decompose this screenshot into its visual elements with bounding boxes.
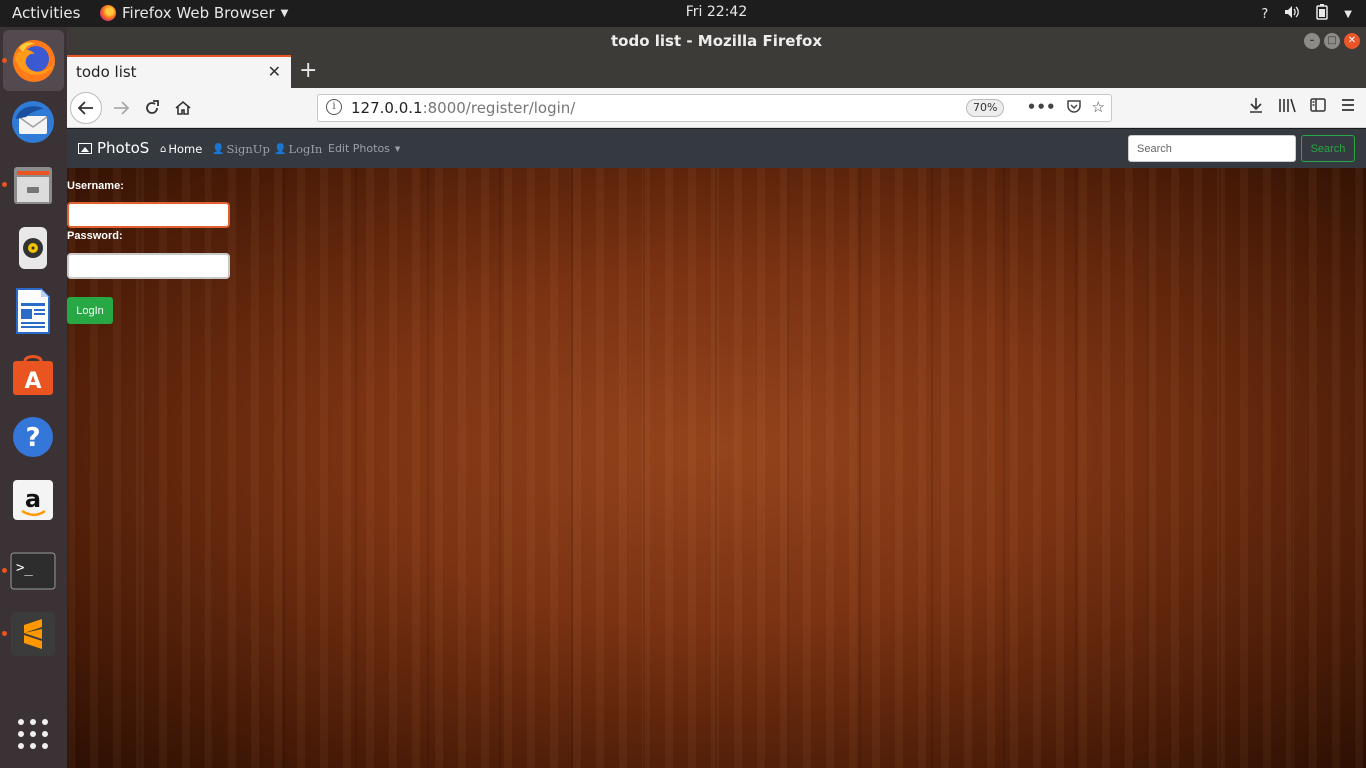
tab-title: todo list	[76, 63, 137, 81]
system-menu-caret-icon[interactable]: ▼	[1344, 9, 1352, 20]
minimize-icon[interactable]: –	[1304, 33, 1320, 49]
reload-icon	[146, 100, 159, 114]
dock-rhythmbox[interactable]	[8, 223, 58, 273]
nav-home-label: Home	[168, 142, 203, 156]
maximize-icon[interactable]: □	[1324, 33, 1340, 49]
back-arrow-icon	[78, 101, 93, 115]
dock-sublime[interactable]	[2, 609, 58, 659]
user-icon: 👤	[212, 143, 225, 155]
terminal-icon: >_	[10, 552, 56, 590]
dock-amazon[interactable]: a	[8, 475, 58, 525]
tab-todo-list[interactable]: todo list ✕	[67, 55, 291, 88]
site-info-icon[interactable]: i	[326, 99, 342, 115]
caret-down-icon: ▼	[394, 144, 401, 153]
window-titlebar: todo list - Mozilla Firefox – □ ✕	[67, 27, 1366, 55]
browser-toolbar: i 127.0.0.1:8000/register/login/ 70% •••…	[67, 88, 1366, 128]
thunderbird-icon	[12, 101, 54, 143]
running-indicator	[2, 568, 7, 573]
nav-signup-label: SignUp	[226, 142, 270, 156]
hamburger-menu-icon[interactable]	[1340, 97, 1356, 118]
dock-software[interactable]: A	[8, 349, 58, 399]
nav-login[interactable]: 👤 LogIn	[274, 142, 322, 156]
home-button[interactable]	[169, 94, 197, 122]
close-window-icon[interactable]: ✕	[1344, 33, 1360, 49]
toolbar-right	[1248, 97, 1356, 118]
volume-icon[interactable]	[1284, 5, 1300, 23]
clock[interactable]: Fri 22:42	[0, 4, 1366, 20]
running-indicator	[2, 58, 7, 63]
svg-text:A: A	[24, 369, 41, 394]
nav-edit-label: Edit Photos	[328, 142, 390, 155]
svg-text:>_: >_	[16, 560, 33, 576]
top-panel: Activities Firefox Web Browser ▼ Fri 22:…	[0, 0, 1366, 27]
nav-edit-photos-dropdown[interactable]: Edit Photos ▼	[328, 142, 400, 155]
image-icon	[78, 142, 92, 154]
zoom-indicator[interactable]: 70%	[966, 99, 1005, 117]
page-content: PhotoS ⌂ Home 👤 SignUp 👤 LogIn Edit Phot…	[67, 129, 1366, 768]
show-apps-icon	[18, 719, 48, 749]
username-input[interactable]	[67, 202, 230, 228]
writer-icon	[16, 288, 50, 334]
dock-writer[interactable]	[8, 286, 58, 336]
running-indicator	[2, 631, 7, 636]
search-input[interactable]	[1128, 135, 1296, 162]
url-actions: ••• ☆	[1027, 98, 1105, 118]
page-actions-icon[interactable]: •••	[1027, 98, 1056, 118]
dock-help[interactable]: ?	[8, 412, 58, 462]
url-path: :8000/register/login/	[422, 99, 576, 117]
files-icon	[14, 167, 52, 204]
library-icon[interactable]	[1278, 97, 1296, 118]
dock: A ? a >_	[0, 27, 67, 768]
password-input[interactable]	[67, 253, 230, 279]
bookmark-star-icon[interactable]: ☆	[1092, 98, 1105, 118]
site-navbar: PhotoS ⌂ Home 👤 SignUp 👤 LogIn Edit Phot…	[67, 129, 1366, 168]
dock-files[interactable]	[2, 160, 58, 210]
dock-firefox[interactable]	[2, 30, 64, 91]
rhythmbox-icon	[19, 227, 47, 269]
nav-signup[interactable]: 👤 SignUp	[212, 142, 270, 156]
url-host: 127.0.0.1	[351, 99, 423, 117]
forward-arrow-icon	[114, 101, 129, 115]
nav-home[interactable]: ⌂ Home	[160, 142, 202, 156]
dock-thunderbird[interactable]	[8, 97, 58, 147]
login-submit-button[interactable]: LogIn	[67, 297, 113, 324]
dock-terminal[interactable]: >_	[2, 546, 58, 596]
help-icon: ?	[13, 417, 53, 457]
home-icon	[175, 100, 191, 115]
close-tab-icon[interactable]: ✕	[268, 62, 281, 81]
reload-button[interactable]	[138, 94, 166, 122]
password-label: Password:	[67, 230, 123, 242]
sublime-text-icon	[11, 612, 55, 656]
url-text[interactable]: 127.0.0.1:8000/register/login/	[351, 99, 575, 117]
user-icon: 👤	[274, 143, 287, 155]
username-label: Username:	[67, 180, 124, 192]
url-bar[interactable]: i 127.0.0.1:8000/register/login/ 70% •••…	[317, 94, 1112, 122]
home-small-icon: ⌂	[160, 143, 167, 155]
tab-strip: todo list ✕ +	[67, 55, 1366, 88]
brand-link[interactable]: PhotoS	[78, 139, 149, 157]
window-controls: – □ ✕	[1304, 33, 1360, 49]
search-button[interactable]: Search	[1301, 135, 1355, 162]
brand-name: PhotoS	[97, 139, 150, 157]
pocket-icon[interactable]	[1066, 98, 1082, 118]
forward-button[interactable]	[107, 94, 135, 122]
download-icon[interactable]	[1248, 97, 1264, 118]
system-tray[interactable]: ? ▼	[1261, 4, 1352, 24]
battery-icon[interactable]	[1316, 4, 1329, 24]
back-button[interactable]	[70, 92, 102, 124]
svg-text:a: a	[25, 485, 41, 513]
svg-text:?: ?	[25, 423, 40, 453]
software-center-icon: A	[13, 355, 53, 395]
amazon-icon: a	[13, 480, 53, 520]
new-tab-icon[interactable]: +	[299, 59, 317, 83]
sidebar-icon[interactable]	[1310, 97, 1326, 118]
dock-show-apps[interactable]	[8, 709, 58, 759]
firefox-icon	[12, 39, 55, 82]
window-title: todo list - Mozilla Firefox	[611, 32, 822, 50]
help-tray-icon[interactable]: ?	[1261, 7, 1268, 22]
nav-login-label: LogIn	[288, 142, 323, 156]
running-indicator	[2, 182, 7, 187]
